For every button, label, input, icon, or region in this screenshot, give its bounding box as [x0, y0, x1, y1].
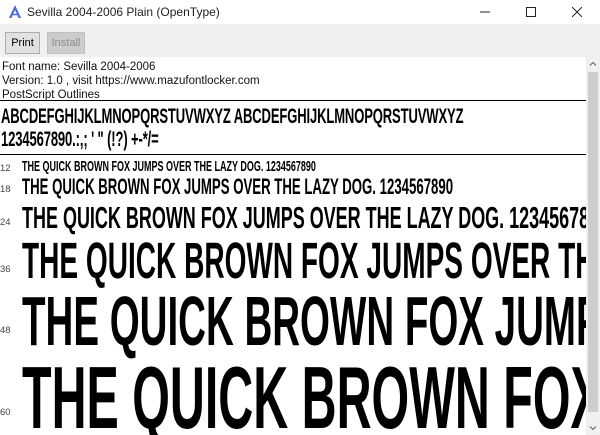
- sample-text: THE QUICK BROWN FOX JUMPS OVER THE LAZY …: [22, 200, 586, 235]
- sample-size-label: 12: [0, 163, 11, 174]
- title-bar: Sevilla 2004-2006 Plain (OpenType): [0, 0, 600, 24]
- minimize-icon: [480, 11, 490, 13]
- close-button[interactable]: [554, 0, 600, 24]
- maximize-button[interactable]: [508, 0, 554, 24]
- vertical-scrollbar[interactable]: [586, 57, 600, 435]
- minimize-button[interactable]: [462, 0, 508, 24]
- sample-text: THE QUICK BROWN FOX JUMPS OVER THE LAZY …: [22, 158, 316, 175]
- chevron-up-icon: [589, 61, 597, 66]
- chevron-down-icon: [589, 426, 597, 431]
- font-info: Font name: Sevilla 2004-2006 Version: 1.…: [2, 60, 260, 102]
- scroll-down-button[interactable]: [586, 421, 600, 435]
- sample-size-label: 48: [0, 325, 11, 336]
- divider: [0, 154, 586, 155]
- font-version-text: Version: 1.0 , visit https://www.mazufon…: [2, 75, 260, 87]
- sample-size-label: 24: [0, 217, 11, 228]
- sample-text: THE QUICK BROWN FOX JUMPS OVER THE LAZY …: [22, 282, 586, 360]
- sample-text: THE QUICK BROWN FOX JUMPS OVER THE LAZY …: [22, 232, 586, 289]
- sample-size-label: 60: [0, 407, 11, 418]
- window-title: Sevilla 2004-2006 Plain (OpenType): [27, 5, 220, 19]
- maximize-icon: [526, 7, 536, 17]
- sample-text: THE QUICK BROWN FOX JUMPS OVER THE LAZY …: [22, 174, 454, 199]
- print-button[interactable]: Print: [5, 32, 40, 54]
- sample-size-label: 36: [0, 264, 11, 275]
- font-name-text: Font name: Sevilla 2004-2006: [2, 61, 156, 73]
- font-app-icon: [9, 5, 21, 18]
- scroll-up-button[interactable]: [586, 57, 600, 71]
- charset-letters: ABCDEFGHIJKLMNOPQRSTUVWXYZ ABCDEFGHIJKLM…: [1, 105, 464, 128]
- close-icon: [572, 7, 582, 17]
- scrollbar-thumb[interactable]: [588, 72, 598, 412]
- sample-size-label: 18: [0, 184, 11, 195]
- sample-text: THE QUICK BROWN FOX JUMPS OVER THE LAZY …: [22, 348, 586, 435]
- install-button[interactable]: Install: [47, 32, 85, 54]
- charset-symbols: 1234567890.:,; ' " (!?) +-*/=: [1, 128, 159, 151]
- font-preview-area: Font name: Sevilla 2004-2006 Version: 1.…: [0, 57, 586, 435]
- toolbar: Print Install: [0, 24, 600, 57]
- divider: [0, 100, 586, 101]
